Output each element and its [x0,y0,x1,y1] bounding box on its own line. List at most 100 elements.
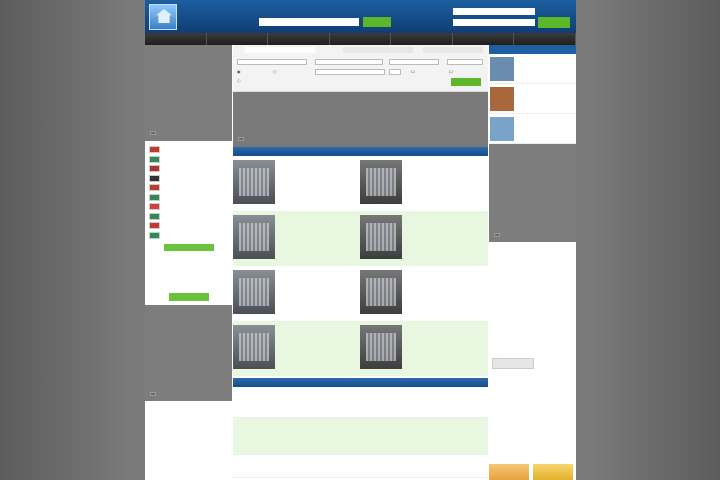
listing-row [233,156,488,211]
language-item[interactable] [149,221,228,231]
site-logo[interactable] [149,4,177,30]
right-news-item [492,320,573,356]
filter-select-4[interactable] [447,59,483,65]
right-news-item [492,248,573,284]
flag-icon [149,203,160,211]
listing-card[interactable] [233,156,360,211]
filter-checkbox-4[interactable]: ☐ [411,69,415,74]
listing-card[interactable] [360,321,487,376]
nav-item-2[interactable] [207,33,269,45]
ad-banner-2[interactable] [533,464,573,480]
banner [233,92,488,147]
language-item[interactable] [149,174,228,184]
ad-banner-1[interactable] [489,464,529,480]
main-nav [145,33,576,45]
property-thumbnail[interactable] [490,56,514,81]
listing-photo[interactable] [233,215,275,259]
nav-item-6[interactable] [453,33,515,45]
news-list [233,387,488,478]
filter-select-2[interactable] [315,59,383,65]
nav-item-5[interactable] [391,33,453,45]
filter-checkbox-5[interactable]: ☐ [449,69,453,74]
news-item [233,418,488,455]
listing-photo[interactable] [360,215,402,259]
filter-select-1[interactable] [237,59,307,65]
sidebar-title [150,131,156,135]
right-news-button[interactable] [492,358,534,369]
filter-select-3[interactable] [389,59,439,65]
listings-title [233,147,488,156]
nav-item-1[interactable] [145,33,207,45]
filter-tab-1[interactable] [245,47,315,53]
right-news [489,242,576,372]
filter-checkbox-3[interactable]: ○ [237,78,241,83]
language-item[interactable] [149,164,228,174]
language-item[interactable] [149,183,228,193]
listing-card[interactable] [233,266,360,321]
filter-select-6[interactable] [389,69,401,75]
login-button[interactable] [538,17,570,28]
right-gray-block [489,144,576,242]
bottom-label [150,392,156,396]
filter-checkbox-1[interactable]: ◉ [237,69,241,74]
language-item[interactable] [149,145,228,155]
search-input[interactable] [259,18,359,26]
left-bottom-block [145,305,232,401]
listing-card[interactable] [360,211,487,266]
listing-photo[interactable] [233,270,275,314]
nav-item-4[interactable] [330,33,392,45]
listing-card[interactable] [360,266,487,321]
login-input[interactable] [453,8,535,15]
nav-item-7[interactable] [514,33,576,45]
flag-icon [149,174,160,182]
left-sub-panel [145,253,232,305]
flag-icon [149,146,160,154]
language-item[interactable] [149,212,228,222]
filter-search-button[interactable] [451,78,481,86]
listings-list [233,156,488,376]
flag-icon [149,155,160,163]
sub-item[interactable] [149,281,228,289]
right-item[interactable] [489,114,576,144]
filter-tab-3[interactable] [423,47,483,53]
language-item[interactable] [149,155,228,165]
listing-card[interactable] [233,211,360,266]
right-item[interactable] [489,84,576,114]
language-item[interactable] [149,231,228,241]
news-title [233,378,488,387]
search-button[interactable] [363,17,391,27]
listing-photo[interactable] [360,270,402,314]
listing-photo[interactable] [233,160,275,204]
right-header [489,45,576,54]
listing-card[interactable] [233,321,360,376]
language-button[interactable] [163,244,214,251]
sub-item[interactable] [149,273,228,281]
property-thumbnail[interactable] [490,86,514,111]
flag-icon [149,184,160,192]
right-sidebar [489,45,576,480]
listing-card[interactable] [360,156,487,211]
language-item[interactable] [149,202,228,212]
listing-photo[interactable] [360,325,402,369]
listing-photo[interactable] [233,325,275,369]
language-item[interactable] [149,193,228,203]
site-header [145,0,576,33]
banner-label [238,137,244,141]
filter-tab-2[interactable] [343,47,413,53]
news-item [233,455,488,478]
filter-select-5[interactable] [315,69,385,75]
left-top-block [145,45,232,141]
listing-photo[interactable] [360,160,402,204]
right-gray-label [494,233,500,237]
sub-title [149,257,228,265]
sub-item[interactable] [149,265,228,273]
sub-button[interactable] [168,293,209,301]
filter-checkbox-2[interactable]: ○ [273,69,277,74]
news-item [233,387,488,418]
nav-item-3[interactable] [268,33,330,45]
left-sidebar [145,45,232,480]
property-thumbnail[interactable] [490,116,514,141]
password-input[interactable] [453,19,535,26]
right-item[interactable] [489,54,576,84]
flag-icon [149,222,160,230]
